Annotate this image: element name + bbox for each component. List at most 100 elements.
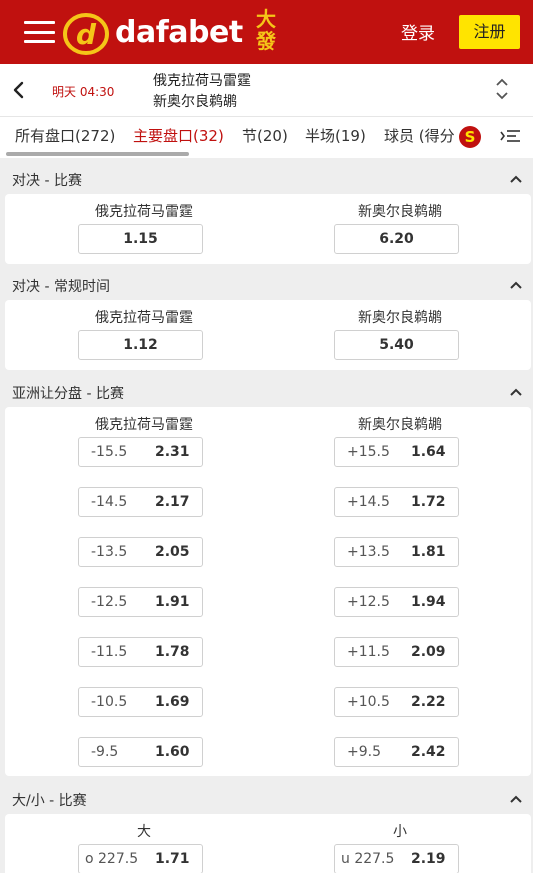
odds-value: 1.60 xyxy=(155,744,190,760)
handicap-line: +15.5 xyxy=(347,444,390,460)
section-header-asian-handicap[interactable]: 亚洲让分盘 - 比赛 xyxy=(0,379,533,407)
handicap-line: +13.5 xyxy=(347,544,390,560)
handicap-odds-button[interactable]: +14.5 1.72 xyxy=(334,487,459,517)
section-header-moneyline-regular[interactable]: 对决 - 常规时间 xyxy=(0,272,533,300)
odds-value: 2.09 xyxy=(411,644,446,660)
handicap-odds-button[interactable]: +13.5 1.81 xyxy=(334,537,459,567)
tab-scroll-indicator xyxy=(6,152,189,156)
odds-value: 2.17 xyxy=(155,494,190,510)
under-label: 小 xyxy=(393,824,407,840)
odds-button[interactable]: 6.20 xyxy=(334,224,459,254)
odds-value: 1.72 xyxy=(411,494,446,510)
tab-main-markets[interactable]: 主要盘口(32) xyxy=(133,125,224,146)
odds-button[interactable]: 1.15 xyxy=(78,224,203,254)
section-header-moneyline-match[interactable]: 对决 - 比赛 xyxy=(0,166,533,194)
handicap-line: +9.5 xyxy=(347,744,381,760)
handicap-line: -13.5 xyxy=(91,544,128,560)
svg-text:d: d xyxy=(76,18,97,51)
handicap-odds-button[interactable]: +9.5 2.42 xyxy=(334,737,459,767)
odds-value: 1.94 xyxy=(411,594,446,610)
login-button[interactable]: 登录 xyxy=(401,19,435,44)
home-label: 俄克拉荷马雷霆 xyxy=(95,310,193,326)
top-header: d dafabet 大發 登录 注册 xyxy=(0,0,533,64)
odds-value: 1.69 xyxy=(155,694,190,710)
odds-value: 6.20 xyxy=(379,231,414,247)
logo-text: dafabet xyxy=(115,15,243,50)
over-odds-button[interactable]: o 227.5 1.71 xyxy=(78,844,203,873)
market-card-moneyline-regular: 俄克拉荷马雷霆 新奥尔良鹈鹕 1.12 5.40 xyxy=(5,300,531,370)
register-button[interactable]: 注册 xyxy=(459,15,520,49)
market-tabs: 所有盘口(272) 主要盘口(32) 节(20) 半场(19) 球员 (得分 S xyxy=(0,116,533,158)
menu-icon[interactable] xyxy=(24,21,55,43)
handicap-odds-button[interactable]: +12.5 1.94 xyxy=(334,587,459,617)
match-time: 明天 04:30 xyxy=(52,85,115,99)
sort-menu-icon[interactable] xyxy=(500,129,520,145)
tab-half[interactable]: 半场(19) xyxy=(305,125,366,146)
handicap-odds-button[interactable]: -9.5 1.60 xyxy=(78,737,203,767)
tab-all-markets[interactable]: 所有盘口(272) xyxy=(15,125,115,146)
section-title: 亚洲让分盘 - 比赛 xyxy=(12,386,124,402)
handicap-line: -15.5 xyxy=(91,444,128,460)
handicap-odds-button[interactable]: -13.5 2.05 xyxy=(78,537,203,567)
section-title: 对决 - 比赛 xyxy=(12,173,82,189)
odds-value: 2.42 xyxy=(411,744,446,760)
home-label: 俄克拉荷马雷霆 xyxy=(95,417,193,433)
handicap-odds-button[interactable]: -12.5 1.91 xyxy=(78,587,203,617)
over-label: 大 xyxy=(137,824,151,840)
total-line: o 227.5 xyxy=(85,851,139,867)
special-badge[interactable]: S xyxy=(459,126,481,148)
handicap-odds-button[interactable]: +10.5 2.22 xyxy=(334,687,459,717)
odds-value: 1.71 xyxy=(155,851,190,867)
handicap-line: -14.5 xyxy=(91,494,128,510)
chevron-up-icon[interactable] xyxy=(509,793,523,805)
handicap-odds-button[interactable]: -14.5 2.17 xyxy=(78,487,203,517)
handicap-odds-button[interactable]: +11.5 2.09 xyxy=(334,637,459,667)
odds-value: 2.19 xyxy=(411,851,446,867)
chevron-up-icon[interactable] xyxy=(509,386,523,398)
logo-d-icon: d xyxy=(63,13,109,55)
handicap-line: +11.5 xyxy=(347,644,390,660)
odds-value: 1.91 xyxy=(155,594,190,610)
tab-players[interactable]: 球员 (得分 xyxy=(384,125,455,146)
odds-value: 5.40 xyxy=(379,337,414,353)
section-title: 大/小 - 比赛 xyxy=(12,793,87,809)
handicap-line: -9.5 xyxy=(91,744,119,760)
odds-value: 1.64 xyxy=(411,444,446,460)
away-label: 新奥尔良鹈鹕 xyxy=(358,204,442,220)
odds-value: 2.05 xyxy=(155,544,190,560)
away-team-name: 新奥尔良鹈鹕 xyxy=(153,94,237,110)
handicap-line: +14.5 xyxy=(347,494,390,510)
handicap-odds-button[interactable]: -10.5 1.69 xyxy=(78,687,203,717)
chevron-up-icon[interactable] xyxy=(509,279,523,291)
chevron-up-icon[interactable] xyxy=(509,173,523,185)
market-card-moneyline-match: 俄克拉荷马雷霆 新奥尔良鹈鹕 1.15 6.20 xyxy=(5,194,531,264)
handicap-odds-button[interactable]: -11.5 1.78 xyxy=(78,637,203,667)
away-label: 新奥尔良鹈鹕 xyxy=(358,310,442,326)
handicap-line: -11.5 xyxy=(91,644,128,660)
handicap-line: +10.5 xyxy=(347,694,390,710)
market-card-over-under: 大 小 o 227.5 1.71 u 227.5 2.19 xyxy=(5,814,531,873)
under-odds-button[interactable]: u 227.5 2.19 xyxy=(334,844,459,873)
handicap-line: -10.5 xyxy=(91,694,128,710)
match-header: 明天 04:30 俄克拉荷马雷霆 新奥尔良鹈鹕 xyxy=(0,64,533,116)
odds-value: 1.78 xyxy=(155,644,190,660)
odds-value: 1.15 xyxy=(123,231,158,247)
total-line: u 227.5 xyxy=(341,851,395,867)
match-switch-icon[interactable] xyxy=(494,78,510,100)
home-label: 俄克拉荷马雷霆 xyxy=(95,204,193,220)
handicap-odds-button[interactable]: +15.5 1.64 xyxy=(334,437,459,467)
odds-value: 2.22 xyxy=(411,694,446,710)
odds-button[interactable]: 1.12 xyxy=(78,330,203,360)
away-label: 新奥尔良鹈鹕 xyxy=(358,417,442,433)
section-title: 对决 - 常规时间 xyxy=(12,279,110,295)
handicap-line: -12.5 xyxy=(91,594,128,610)
home-team-name: 俄克拉荷马雷霆 xyxy=(153,73,251,89)
odds-value: 1.12 xyxy=(123,337,158,353)
back-arrow-icon[interactable] xyxy=(12,81,26,99)
odds-button[interactable]: 5.40 xyxy=(334,330,459,360)
handicap-odds-button[interactable]: -15.5 2.31 xyxy=(78,437,203,467)
logo-chinese-text: 大發 xyxy=(256,7,276,53)
section-header-over-under[interactable]: 大/小 - 比赛 xyxy=(0,786,533,814)
tab-quarters[interactable]: 节(20) xyxy=(242,125,288,146)
market-card-asian-handicap: 俄克拉荷马雷霆 新奥尔良鹈鹕 -15.5 2.31 +15.5 1.64 -14.5… xyxy=(5,407,531,776)
